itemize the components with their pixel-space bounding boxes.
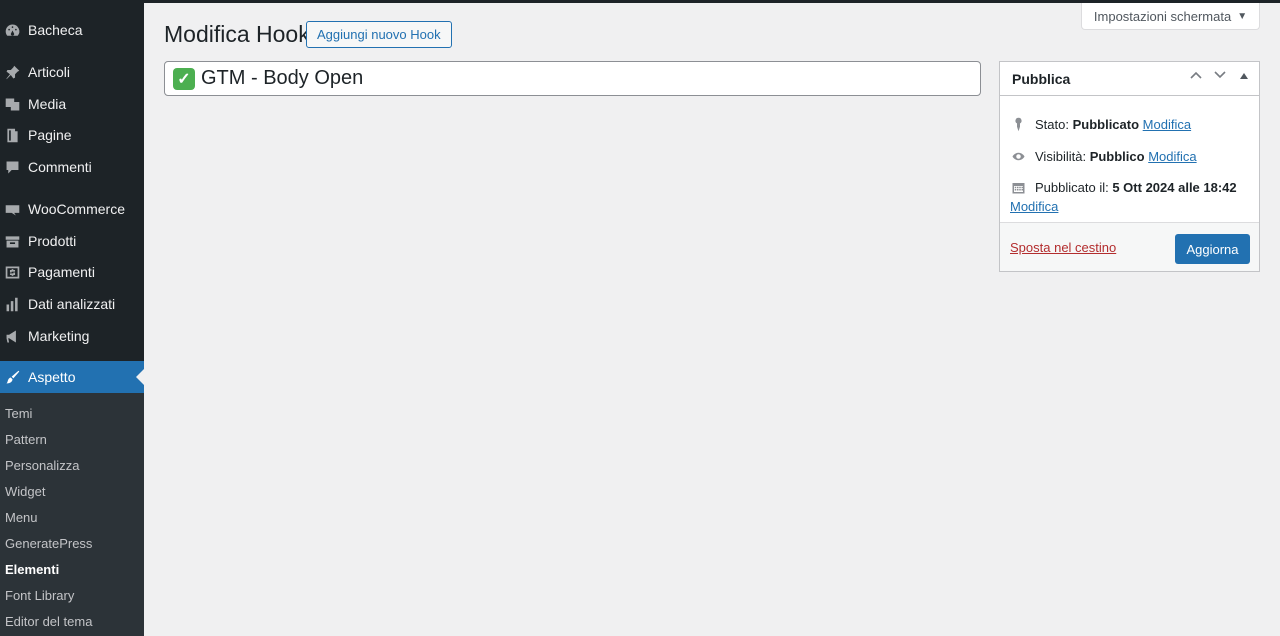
media-icon <box>2 94 22 114</box>
published-value: 5 Ott 2024 alle 18:42 <box>1112 180 1237 195</box>
publish-box-controls <box>1189 70 1251 82</box>
publish-box-footer: Sposta nel cestino Aggiorna <box>1000 222 1259 271</box>
sidebar-item-marketing[interactable]: Marketing <box>0 320 144 352</box>
sidebar-item-label: Articoli <box>28 64 71 80</box>
submenu-item-elementi[interactable]: Elementi <box>5 562 59 577</box>
submenu-item-editor-tema[interactable]: Editor del tema <box>5 614 92 629</box>
pin-status-icon <box>1010 116 1027 133</box>
sidebar-item-label: Commenti <box>28 159 92 175</box>
status-text: Stato: Pubblicato Modifica <box>1035 117 1191 132</box>
sidebar-item-commenti[interactable]: Commenti <box>0 151 144 183</box>
status-value: Pubblicato <box>1072 117 1140 132</box>
submenu-item-temi[interactable]: Temi <box>5 406 32 421</box>
page-icon <box>2 125 22 145</box>
archive-icon <box>2 231 22 251</box>
edit-visibility-link[interactable]: Modifica <box>1148 149 1196 164</box>
sidebar-item-label: Bacheca <box>28 22 83 38</box>
chart-bar-icon <box>2 294 22 314</box>
admin-sidebar: Bacheca Articoli Media Pagine Commenti W… <box>0 0 144 636</box>
submenu-item-menu[interactable]: Menu <box>5 510 38 525</box>
page-title: Modifica Hook <box>164 21 310 47</box>
edit-status-link[interactable]: Modifica <box>1143 117 1191 132</box>
sidebar-item-dati-analizzati[interactable]: Dati analizzati <box>0 288 144 320</box>
update-button[interactable]: Aggiorna <box>1175 234 1250 264</box>
sidebar-item-label: Prodotti <box>28 233 77 249</box>
publish-box-title: Pubblica <box>1012 70 1071 87</box>
publish-box-header: Pubblica <box>1000 62 1259 96</box>
check-mark-emoji-icon: ✓ <box>173 67 195 90</box>
move-up-icon[interactable] <box>1189 70 1203 82</box>
submenu-item-widget[interactable]: Widget <box>5 484 45 499</box>
screen-options-label: Impostazioni schermata <box>1093 8 1232 24</box>
edit-date-link[interactable]: Modifica <box>1010 199 1058 214</box>
sidebar-item-woocommerce[interactable]: WooCommerce <box>0 193 144 225</box>
visibility-row: Visibilità: Pubblico Modifica <box>1010 148 1197 165</box>
brush-icon <box>2 367 22 387</box>
move-to-trash-link[interactable]: Sposta nel cestino <box>1010 240 1116 255</box>
dashboard-icon <box>2 20 22 40</box>
sidebar-item-bacheca[interactable]: Bacheca <box>0 14 144 46</box>
sidebar-item-aspetto[interactable]: Aspetto <box>0 361 144 393</box>
sidebar-item-label: Pagine <box>28 127 72 143</box>
sidebar-item-articoli[interactable]: Articoli <box>0 56 144 88</box>
megaphone-icon <box>2 326 22 346</box>
submenu-item-personalizza[interactable]: Personalizza <box>5 458 79 473</box>
sidebar-item-label: Dati analizzati <box>28 296 116 312</box>
submenu-item-generatepress[interactable]: GeneratePress <box>5 536 92 551</box>
sidebar-item-prodotti[interactable]: Prodotti <box>0 225 144 257</box>
published-date-row: Pubblicato il: 5 Ott 2024 alle 18:42 <box>1010 179 1237 196</box>
visibility-text: Visibilità: Pubblico Modifica <box>1035 149 1197 164</box>
dropdown-arrow-icon: ▼ <box>1237 10 1248 22</box>
published-label: Pubblicato il: <box>1035 180 1109 195</box>
screen-options-button[interactable]: Impostazioni schermata ▼ <box>1081 3 1260 30</box>
submenu-aspetto: Temi Pattern Personalizza Widget Menu Ge… <box>0 393 144 636</box>
toggle-panel-icon[interactable] <box>1237 70 1251 82</box>
visibility-label: Visibilità: <box>1035 149 1087 164</box>
sidebar-item-media[interactable]: Media <box>0 88 144 120</box>
move-down-icon[interactable] <box>1213 70 1227 82</box>
sidebar-item-pagine[interactable]: Pagine <box>0 119 144 151</box>
submenu-item-pattern[interactable]: Pattern <box>5 432 47 447</box>
sidebar-item-label: Pagamenti <box>28 264 95 280</box>
status-label: Stato: <box>1035 117 1069 132</box>
sidebar-item-label: WooCommerce <box>28 201 125 217</box>
add-new-hook-button[interactable]: Aggiungi nuovo Hook <box>306 21 452 48</box>
pin-icon <box>2 62 22 82</box>
post-title-text: GTM - Body Open <box>201 67 364 89</box>
published-text: Pubblicato il: 5 Ott 2024 alle 18:42 <box>1035 180 1237 195</box>
sidebar-item-pagamenti[interactable]: Pagamenti <box>0 256 144 288</box>
post-title-input[interactable]: ✓ GTM - Body Open <box>164 61 981 96</box>
eye-icon <box>1010 148 1027 165</box>
woo-icon <box>2 199 22 219</box>
status-row: Stato: Pubblicato Modifica <box>1010 116 1191 133</box>
calendar-icon <box>1010 179 1027 196</box>
publish-box: Pubblica Stato: Pubblicato Modifica Visi… <box>999 61 1260 272</box>
dollar-icon <box>2 262 22 282</box>
sidebar-item-label: Marketing <box>28 328 90 344</box>
sidebar-item-label: Aspetto <box>28 369 76 385</box>
visibility-value: Pubblico <box>1089 149 1145 164</box>
submenu-item-font-library[interactable]: Font Library <box>5 588 74 603</box>
sidebar-item-label: Media <box>28 96 67 112</box>
comment-icon <box>2 157 22 177</box>
